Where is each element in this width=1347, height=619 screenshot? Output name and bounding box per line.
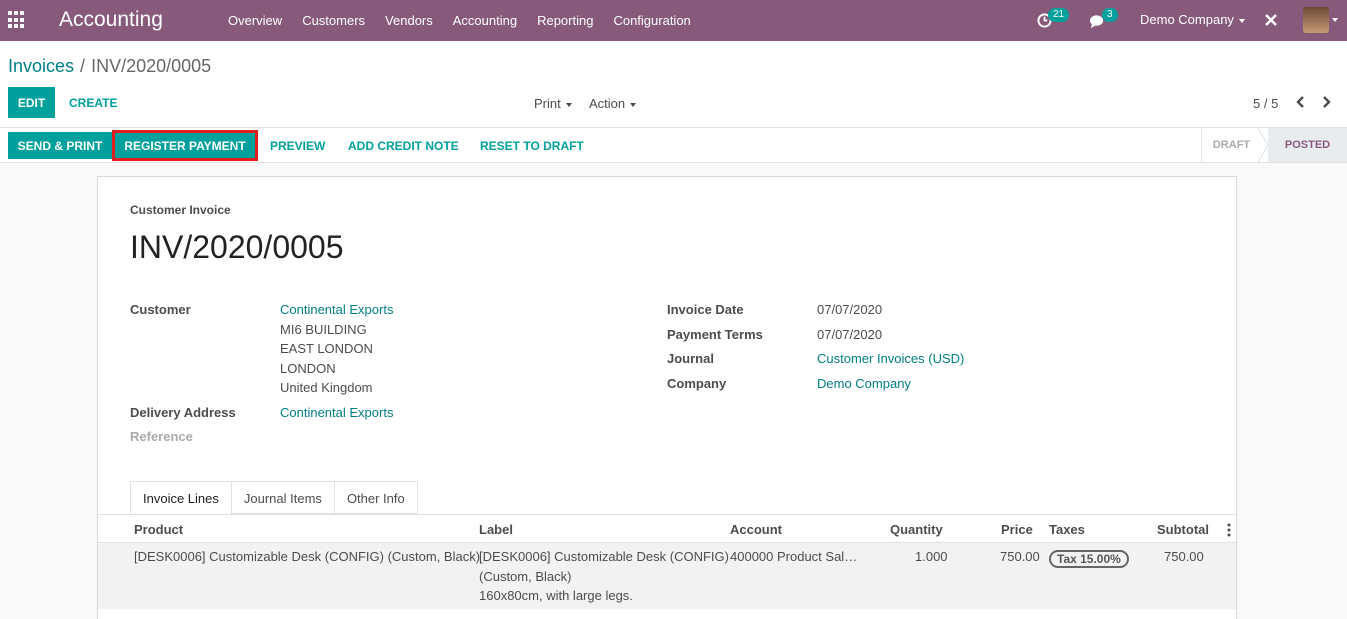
breadcrumb: Invoices / INV/2020/0005 <box>8 56 211 77</box>
activity-count-badge: 21 <box>1048 8 1070 22</box>
messages-button[interactable]: 3 <box>1089 8 1119 29</box>
company-link[interactable]: Demo Company <box>817 376 911 391</box>
menu-configuration[interactable]: Configuration <box>603 13 700 28</box>
customer-label: Customer <box>130 302 191 317</box>
invoice-type-label: Customer Invoice <box>130 203 231 217</box>
menu-accounting[interactable]: Accounting <box>443 13 527 28</box>
invoice-date-label: Invoice Date <box>667 302 744 317</box>
row-account: 400000 Product Sal… <box>730 549 858 564</box>
column-account[interactable]: Account <box>730 522 782 537</box>
column-subtotal[interactable]: Subtotal <box>1157 522 1209 537</box>
preview-button[interactable]: PREVIEW <box>262 132 333 159</box>
company-label: Company <box>667 376 727 391</box>
print-label: Print <box>534 96 561 111</box>
row-label-line: (Custom, Black) <box>479 569 572 584</box>
column-label[interactable]: Label <box>479 522 513 537</box>
invoice-form-sheet: Customer Invoice INV/2020/0005 Customer … <box>97 176 1237 619</box>
customer-address-line: MI6 BUILDING <box>280 322 367 337</box>
company-switcher[interactable]: Demo Company <box>1140 12 1245 27</box>
optional-columns-icon[interactable] <box>1226 523 1232 537</box>
send-print-button[interactable]: SEND & PRINT <box>8 132 112 159</box>
customer-address-line: EAST LONDON <box>280 341 373 356</box>
control-panel: Invoices / INV/2020/0005 EDIT CREATE Print… <box>0 41 1347 128</box>
customer-address-line: LONDON <box>280 361 336 376</box>
apps-menu-icon[interactable] <box>8 11 26 29</box>
column-product[interactable]: Product <box>134 522 183 537</box>
delivery-address-link[interactable]: Continental Exports <box>280 405 393 420</box>
journal-link[interactable]: Customer Invoices (USD) <box>817 351 964 366</box>
row-product: [DESK0006] Customizable Desk (CONFIG) (C… <box>134 549 481 564</box>
add-credit-note-button[interactable]: ADD CREDIT NOTE <box>340 132 467 159</box>
column-quantity[interactable]: Quantity <box>890 522 943 537</box>
breadcrumb-invoices[interactable]: Invoices <box>8 56 74 76</box>
stage-posted: POSTED <box>1268 128 1347 162</box>
row-price: 750.00 <box>1000 549 1040 564</box>
row-subtotal: 750.00 <box>1164 549 1204 564</box>
stage-draft[interactable]: DRAFT <box>1201 128 1261 162</box>
action-label: Action <box>589 96 626 111</box>
main-menu: Overview Customers Vendors Accounting Re… <box>218 0 701 41</box>
create-button[interactable]: CREATE <box>62 87 124 118</box>
customer-address-line: United Kingdom <box>280 380 373 395</box>
message-count-badge: 3 <box>1102 8 1118 22</box>
payment-terms-value: 07/07/2020 <box>817 327 883 342</box>
notebook-tabs: Invoice Lines Journal Items Other Info <box>130 481 418 514</box>
reference-label: Reference <box>130 429 193 444</box>
activity-button[interactable]: 21 <box>1037 8 1070 29</box>
row-label-line: [DESK0006] Customizable Desk (CONFIG) <box>479 549 729 564</box>
menu-customers[interactable]: Customers <box>292 13 375 28</box>
action-dropdown[interactable]: Action <box>589 96 637 111</box>
user-avatar[interactable] <box>1303 7 1329 33</box>
pager-previous-icon[interactable] <box>1293 92 1307 112</box>
tab-other-info[interactable]: Other Info <box>333 481 418 514</box>
menu-reporting[interactable]: Reporting <box>527 13 603 28</box>
invoice-date-value: 07/07/2020 <box>817 302 883 317</box>
pager-next-icon[interactable] <box>1320 92 1334 112</box>
chevron-down-icon <box>630 102 637 107</box>
invoice-lines-header: Product Label Account Quantity Price Tax… <box>98 514 1236 543</box>
app-brand[interactable]: Accounting <box>59 8 163 32</box>
edit-button[interactable]: EDIT <box>8 87 55 118</box>
reset-to-draft-button[interactable]: RESET TO DRAFT <box>472 132 592 159</box>
chevron-down-icon <box>1238 18 1245 23</box>
breadcrumb-current: INV/2020/0005 <box>91 56 212 76</box>
tab-invoice-lines[interactable]: Invoice Lines <box>130 481 232 514</box>
journal-label: Journal <box>667 351 714 366</box>
debug-tools-icon[interactable] <box>1264 13 1278 27</box>
menu-vendors[interactable]: Vendors <box>375 13 443 28</box>
column-price[interactable]: Price <box>1001 522 1033 537</box>
register-payment-button[interactable]: REGISTER PAYMENT <box>115 132 255 159</box>
form-statusbar: SEND & PRINT REGISTER PAYMENT PREVIEW AD… <box>0 128 1347 163</box>
row-label-line: 160x80cm, with large legs. <box>479 588 633 603</box>
payment-terms-label: Payment Terms <box>667 327 763 342</box>
chevron-down-icon <box>565 102 572 107</box>
tab-journal-items[interactable]: Journal Items <box>230 481 335 514</box>
breadcrumb-separator: / <box>80 56 86 76</box>
customer-link[interactable]: Continental Exports <box>280 302 393 317</box>
user-menu-chevron-icon[interactable] <box>1332 18 1338 22</box>
print-dropdown[interactable]: Print <box>534 96 572 111</box>
column-taxes[interactable]: Taxes <box>1049 522 1085 537</box>
row-quantity: 1.000 <box>915 549 948 564</box>
delivery-address-label: Delivery Address <box>130 405 236 420</box>
top-navbar: Accounting Overview Customers Vendors Ac… <box>0 0 1347 41</box>
tax-tag: Tax 15.00% <box>1049 550 1129 568</box>
menu-overview[interactable]: Overview <box>218 13 292 28</box>
company-name: Demo Company <box>1140 12 1234 27</box>
table-row[interactable]: [DESK0006] Customizable Desk (CONFIG) (C… <box>98 543 1236 609</box>
pager-value[interactable]: 5 / 5 <box>1253 96 1278 111</box>
invoice-number-title: INV/2020/0005 <box>130 229 344 265</box>
